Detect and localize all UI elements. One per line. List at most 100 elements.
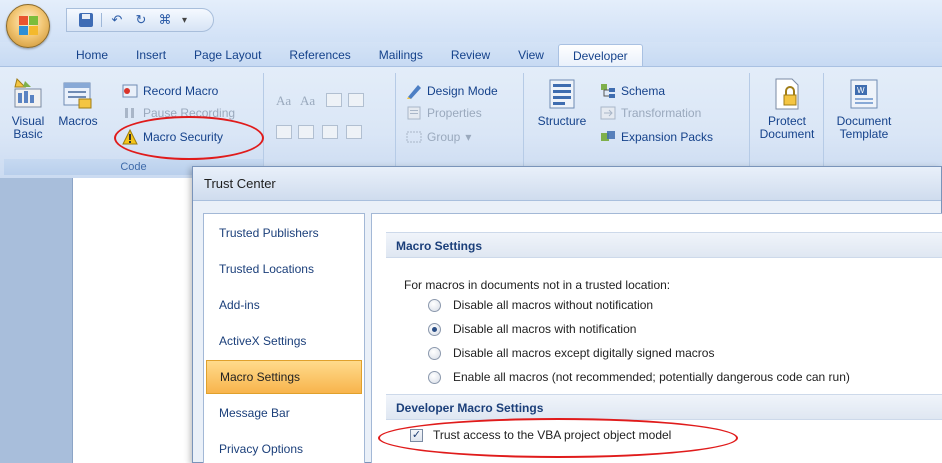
ribbon-tabs: Home Insert Page Layout References Maili… xyxy=(62,44,643,67)
office-button[interactable] xyxy=(6,4,50,48)
trust-vba-label: Trust access to the VBA project object m… xyxy=(433,428,672,442)
record-macro-label: Record Macro xyxy=(143,84,219,98)
macros-icon xyxy=(61,77,95,111)
pause-recording-label: Pause Recording xyxy=(143,106,236,120)
option-disable-without-notification[interactable]: Disable all macros without notification xyxy=(428,298,653,312)
option-label: Disable all macros except digitally sign… xyxy=(453,346,715,360)
macro-settings-panel: Macro Settings For macros in documents n… xyxy=(371,213,942,463)
xml-group: Structure Schema Transformation Expansio… xyxy=(524,73,750,177)
macro-icon[interactable]: ⌘ xyxy=(156,12,174,28)
nav-activex-settings[interactable]: ActiveX Settings xyxy=(206,324,362,358)
visual-basic-button[interactable]: Visual Basic xyxy=(6,77,50,141)
redo-icon[interactable]: ↻ xyxy=(132,12,150,28)
tab-developer[interactable]: Developer xyxy=(557,44,643,67)
document-template-button[interactable]: W Document Template xyxy=(828,77,900,141)
qat-dropdown-icon[interactable]: ▾ xyxy=(182,15,187,26)
picture-control-icon[interactable] xyxy=(276,125,292,139)
tab-view[interactable]: View xyxy=(504,44,558,66)
schema-icon xyxy=(600,83,616,99)
transformation-icon xyxy=(600,105,616,121)
date-picker-icon[interactable] xyxy=(322,125,338,139)
nav-message-bar[interactable]: Message Bar xyxy=(206,396,362,430)
schema-button[interactable]: Schema xyxy=(600,81,665,101)
structure-button[interactable]: Structure xyxy=(534,77,590,128)
trust-vba-option[interactable]: ✓ Trust access to the VBA project object… xyxy=(410,428,671,442)
design-mode-button[interactable]: Design Mode xyxy=(406,81,498,101)
drop-down-list-icon[interactable] xyxy=(348,93,364,107)
macros-button[interactable]: Macros xyxy=(58,77,98,128)
ribbon: Visual Basic Macros Record Macro Pause R… xyxy=(0,66,942,178)
quick-access-toolbar: ↶ ↻ ⌘ ▾ xyxy=(66,8,214,32)
record-macro-button[interactable]: Record Macro xyxy=(122,81,218,101)
design-mode-label: Design Mode xyxy=(427,84,498,98)
radio-disable-with-notification[interactable] xyxy=(428,322,441,336)
properties-button: Properties xyxy=(406,103,482,123)
protect-group: Protect Document xyxy=(750,73,824,177)
design-mode-icon xyxy=(406,83,422,99)
expansion-packs-label: Expansion Packs xyxy=(621,130,714,144)
tab-review[interactable]: Review xyxy=(437,44,504,66)
radio-disable-without-notification[interactable] xyxy=(428,298,441,312)
save-icon[interactable] xyxy=(77,12,95,28)
macro-settings-header: Macro Settings xyxy=(386,232,942,258)
trust-center-dialog: Trust Center Trusted Publishers Trusted … xyxy=(192,166,942,463)
option-label: Enable all macros (not recommended; pote… xyxy=(453,370,850,384)
rich-text-control[interactable]: Aa xyxy=(276,93,291,109)
nav-trusted-locations[interactable]: Trusted Locations xyxy=(206,252,362,286)
template-label-2: Template xyxy=(839,127,889,141)
trust-center-nav: Trusted Publishers Trusted Locations Add… xyxy=(203,213,365,463)
trust-vba-checkbox[interactable]: ✓ xyxy=(410,428,423,442)
protect-document-button[interactable]: Protect Document xyxy=(754,77,820,141)
document-template-icon: W xyxy=(847,77,881,111)
record-macro-icon xyxy=(122,83,138,99)
nav-macro-settings[interactable]: Macro Settings xyxy=(206,360,362,394)
combo-box-icon[interactable] xyxy=(326,93,342,107)
building-block-icon[interactable] xyxy=(298,125,314,139)
tab-page-layout[interactable]: Page Layout xyxy=(180,44,275,66)
nav-privacy-options[interactable]: Privacy Options xyxy=(206,432,362,463)
qat-separator xyxy=(101,13,102,27)
tab-home[interactable]: Home xyxy=(62,44,122,66)
properties-icon xyxy=(406,105,422,121)
controls-icons-group: Aa Aa xyxy=(266,73,396,177)
option-label: Disable all macros without notification xyxy=(453,298,654,312)
expansion-packs-icon xyxy=(600,129,616,145)
svg-text:W: W xyxy=(857,86,865,95)
group-label: Group xyxy=(427,130,461,144)
option-disable-with-notification[interactable]: Disable all macros with notification xyxy=(428,322,636,336)
legacy-tools-icon[interactable] xyxy=(346,125,362,139)
macro-security-button[interactable]: Macro Security xyxy=(122,127,223,147)
tab-mailings[interactable]: Mailings xyxy=(365,44,437,66)
pause-icon xyxy=(122,105,138,121)
radio-enable-all[interactable] xyxy=(428,370,441,384)
option-enable-all[interactable]: Enable all macros (not recommended; pote… xyxy=(428,370,850,384)
undo-icon[interactable]: ↶ xyxy=(108,12,126,28)
office-logo-icon xyxy=(19,16,39,36)
nav-trusted-publishers[interactable]: Trusted Publishers xyxy=(206,216,362,250)
pause-recording-button: Pause Recording xyxy=(122,103,235,123)
macro-settings-description: For macros in documents not in a trusted… xyxy=(404,278,671,292)
properties-label: Properties xyxy=(427,106,482,120)
group-icon xyxy=(406,129,422,145)
tab-insert[interactable]: Insert xyxy=(122,44,180,66)
schema-label: Schema xyxy=(621,84,666,98)
expansion-packs-button[interactable]: Expansion Packs xyxy=(600,127,713,147)
group-dropdown-icon: ▾ xyxy=(465,130,472,144)
code-group: Visual Basic Macros Record Macro Pause R… xyxy=(4,73,264,177)
templates-group: W Document Template xyxy=(826,73,902,177)
option-disable-except-signed[interactable]: Disable all macros except digitally sign… xyxy=(428,346,714,360)
tab-references[interactable]: References xyxy=(275,44,364,66)
structure-label: Structure xyxy=(537,114,587,128)
nav-add-ins[interactable]: Add-ins xyxy=(206,288,362,322)
macro-security-label: Macro Security xyxy=(143,130,224,144)
lock-document-icon xyxy=(770,77,804,111)
transformation-label: Transformation xyxy=(621,106,702,120)
document-page[interactable] xyxy=(72,178,196,463)
visual-basic-icon xyxy=(11,77,45,111)
controls-group: Design Mode Properties Group ▾ xyxy=(396,73,524,177)
dialog-title: Trust Center xyxy=(193,167,941,201)
radio-disable-except-signed[interactable] xyxy=(428,346,441,360)
developer-macro-settings-header: Developer Macro Settings xyxy=(386,394,942,420)
macros-label: Macros xyxy=(58,114,98,128)
plain-text-control[interactable]: Aa xyxy=(300,93,315,109)
